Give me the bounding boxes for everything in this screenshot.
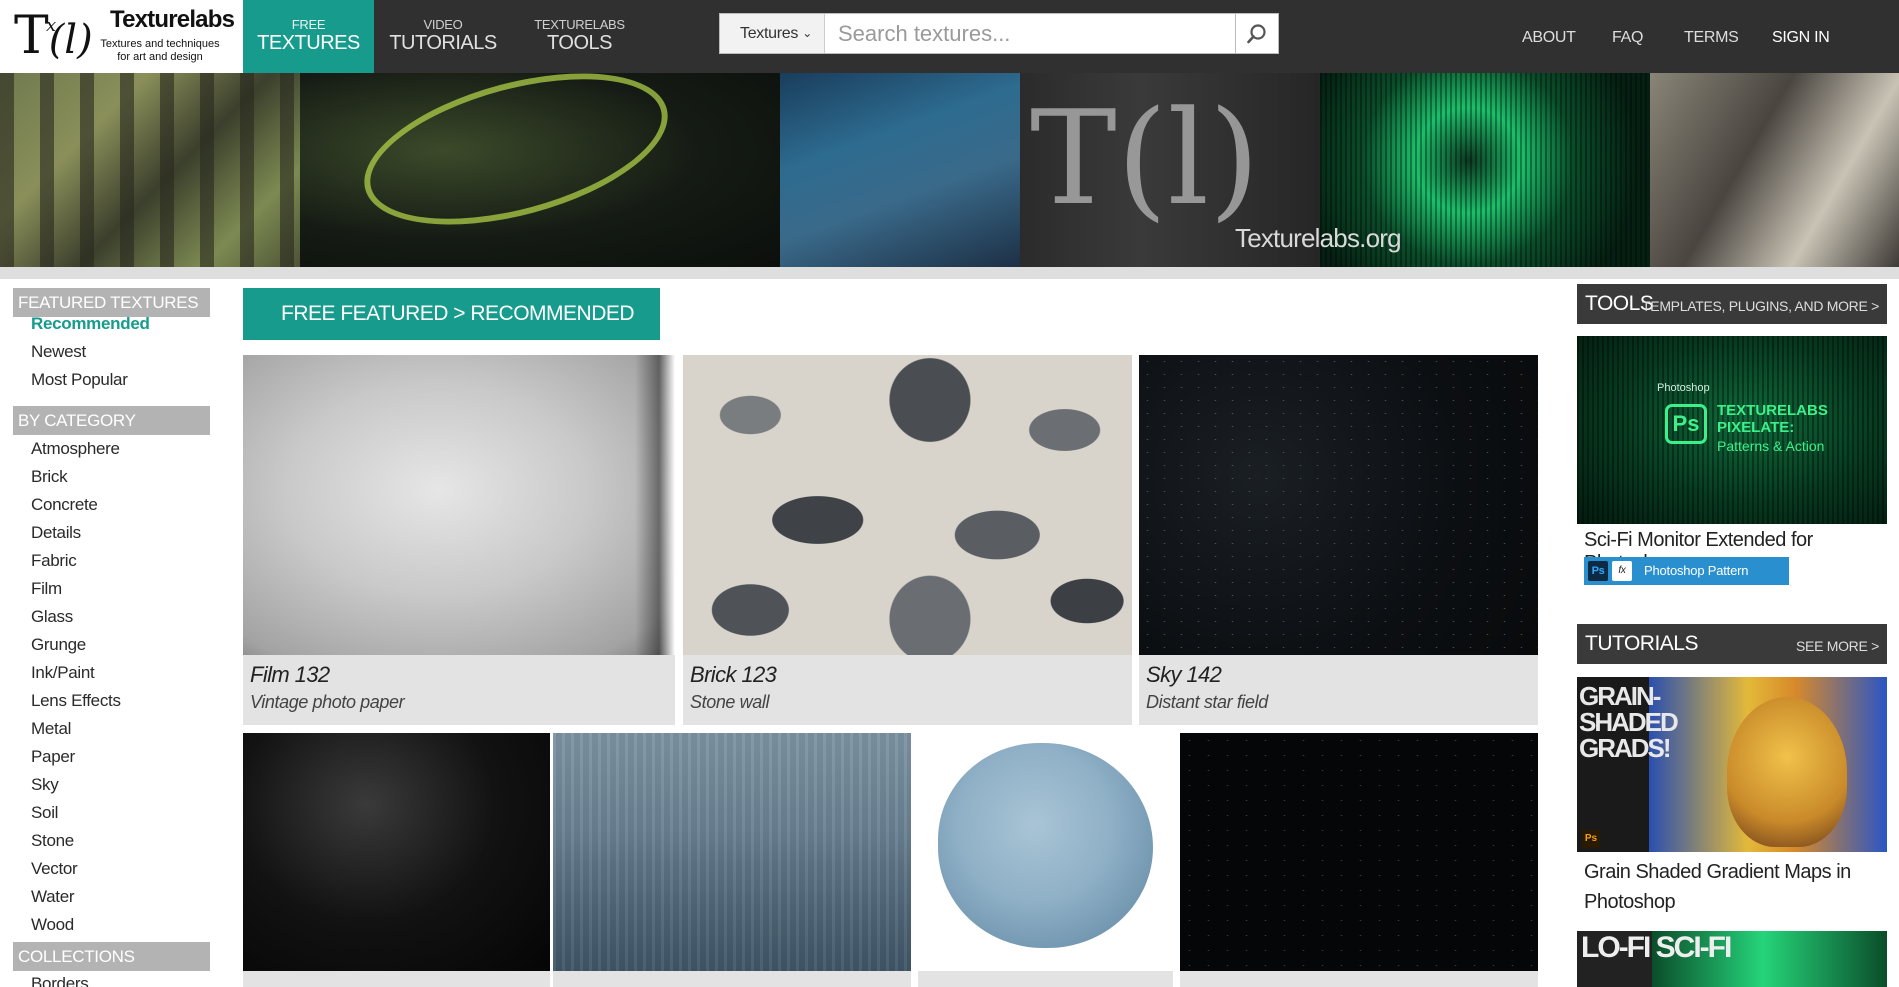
texture-title[interactable]: Sky 142 xyxy=(1146,662,1222,688)
logo-brand-name: Texturelabs xyxy=(110,6,235,33)
nav-free-textures[interactable]: FREE TEXTURES xyxy=(243,0,374,73)
section-head-collections: COLLECTIONS xyxy=(13,942,210,971)
sidebar-item-lens-effects[interactable]: Lens Effects xyxy=(31,691,121,711)
texture-subtitle: Vintage photo paper xyxy=(250,692,405,712)
tutorial-thumbnail-illustration xyxy=(1727,697,1847,847)
promo-subtitle: Patterns & Action xyxy=(1717,438,1825,454)
tutorial-thumbnail-text: GRAIN-SHADED GRADS! xyxy=(1579,681,1679,763)
nav-about[interactable]: ABOUT xyxy=(1522,29,1576,47)
search-input[interactable] xyxy=(826,14,1230,53)
texture-title[interactable]: Film 132 xyxy=(250,662,330,688)
search-button[interactable] xyxy=(1235,14,1278,53)
sidebar-item-newest[interactable]: Newest xyxy=(31,342,86,362)
logo-tagline: Textures and techniques for art and desi… xyxy=(100,38,220,63)
left-sidebar: FEATURED TEXTURES Recommended Newest Mos… xyxy=(0,279,222,987)
texture-card[interactable] xyxy=(553,733,911,987)
banner-collage-tile xyxy=(780,73,1020,267)
banner-watermark: Texturelabs.org xyxy=(1235,223,1402,253)
chevron-down-icon: ⌄ xyxy=(802,26,812,40)
tutorials-see-more-link[interactable]: SEE MORE > xyxy=(1796,638,1879,654)
texture-thumbnail[interactable] xyxy=(1180,733,1538,971)
sidebar-item-stone[interactable]: Stone xyxy=(31,831,74,851)
tutorials-heading: TUTORIALS xyxy=(1585,632,1698,655)
hero-banner: T(l) Texturelabs.org xyxy=(0,73,1899,267)
photoshop-icon: Ps xyxy=(1588,561,1608,581)
sidebar-item-film[interactable]: Film xyxy=(31,579,62,599)
banner-collage-tile xyxy=(0,73,300,267)
nav-sign-in[interactable]: SIGN IN xyxy=(1772,29,1830,47)
divider xyxy=(0,267,1899,279)
sidebar-item-soil[interactable]: Soil xyxy=(31,803,58,823)
search-bar: Textures ⌄ xyxy=(719,13,1279,54)
breadcrumb: FREE FEATURED > RECOMMENDED TEXTURES xyxy=(243,288,660,377)
banner-collage-tile xyxy=(300,73,780,267)
sidebar-item-wood[interactable]: Wood xyxy=(31,915,74,935)
sidebar-item-vector[interactable]: Vector xyxy=(31,859,78,879)
fx-icon: fx xyxy=(1612,561,1632,581)
tutorial-title[interactable]: Grain Shaded Gradient Maps in Photoshop xyxy=(1584,857,1874,917)
sidebar-item-metal[interactable]: Metal xyxy=(31,719,71,739)
sidebar-item-recommended[interactable]: Recommended xyxy=(31,314,150,334)
texture-thumbnail[interactable] xyxy=(553,733,911,971)
sidebar-item-concrete[interactable]: Concrete xyxy=(31,495,98,515)
texture-subtitle: Distant star field xyxy=(1146,692,1268,712)
texture-card-film-132[interactable]: Film 132 Vintage photo paper xyxy=(243,355,675,725)
texture-card[interactable] xyxy=(918,733,1173,987)
tools-section-header: TOOLS TEMPLATES, PLUGINS, AND MORE > xyxy=(1577,284,1887,324)
photoshop-icon: Ps xyxy=(1582,830,1600,848)
texture-subtitle: Stone wall xyxy=(690,692,770,712)
section-head-category: BY CATEGORY xyxy=(13,406,210,435)
texture-card-brick-123[interactable]: Brick 123 Stone wall xyxy=(683,355,1132,725)
sidebar-item-details[interactable]: Details xyxy=(31,523,81,543)
section-head-featured: FEATURED TEXTURES xyxy=(13,288,210,317)
photoshop-icon: Ps xyxy=(1665,404,1707,444)
texture-thumbnail[interactable] xyxy=(918,733,1173,971)
tools-more-link[interactable]: TEMPLATES, PLUGINS, AND MORE > xyxy=(1642,298,1879,314)
texture-title[interactable]: Brick 123 xyxy=(690,662,777,688)
texture-card[interactable] xyxy=(1180,733,1538,987)
sidebar-item-borders[interactable]: Borders xyxy=(31,974,89,987)
tools-promo-image[interactable]: Photoshop Ps TEXTURELABS PIXELATE: Patte… xyxy=(1577,336,1887,524)
banner-logo-mark: T(l) xyxy=(1030,82,1260,234)
texture-thumbnail[interactable] xyxy=(243,733,550,971)
tutorial-thumbnail-text: LO-FI SCI-FI xyxy=(1581,931,1732,964)
texture-card[interactable] xyxy=(243,733,550,987)
tutorial-thumbnail[interactable]: GRAIN-SHADED GRADS! Ps xyxy=(1577,677,1887,852)
site-logo[interactable]: Tx (l) Texturelabs Textures and technique… xyxy=(0,0,243,73)
top-nav-bar: Tx (l) Texturelabs Textures and technique… xyxy=(0,0,1899,73)
banner-collage-tile xyxy=(1650,73,1899,267)
sidebar-item-most-popular[interactable]: Most Popular xyxy=(31,370,128,390)
sidebar-item-grunge[interactable]: Grunge xyxy=(31,635,86,655)
search-icon xyxy=(1247,24,1266,44)
sidebar-item-atmosphere[interactable]: Atmosphere xyxy=(31,439,120,459)
sidebar-item-brick[interactable]: Brick xyxy=(31,467,68,487)
sidebar-item-paper[interactable]: Paper xyxy=(31,747,75,767)
nav-video-tutorials[interactable]: VIDEO TUTORIALS xyxy=(374,0,512,73)
nav-texturelabs-tools[interactable]: TEXTURELABS TOOLS xyxy=(512,0,647,73)
nav-faq[interactable]: FAQ xyxy=(1612,29,1643,47)
promo-tag[interactable]: Ps fx Photoshop Pattern Presets xyxy=(1584,557,1789,606)
texture-card-sky-142[interactable]: Sky 142 Distant star field xyxy=(1139,355,1538,725)
texture-thumbnail[interactable] xyxy=(683,355,1132,655)
search-category-select[interactable]: Textures ⌄ xyxy=(720,14,825,53)
texture-thumbnail[interactable] xyxy=(243,355,675,655)
sidebar-item-water[interactable]: Water xyxy=(31,887,75,907)
sidebar-item-fabric[interactable]: Fabric xyxy=(31,551,77,571)
tutorial-thumbnail[interactable]: LO-FI SCI-FI xyxy=(1577,931,1887,987)
sidebar-item-ink-paint[interactable]: Ink/Paint xyxy=(31,663,95,683)
promo-title: TEXTURELABS PIXELATE: xyxy=(1717,402,1828,436)
tutorials-section-header: TUTORIALS SEE MORE > xyxy=(1577,624,1887,664)
promo-tag-label: Photoshop Pattern Presets xyxy=(1644,563,1749,606)
texture-thumbnail[interactable] xyxy=(1139,355,1538,655)
sidebar-item-glass[interactable]: Glass xyxy=(31,607,73,627)
logo-mark: Tx (l) xyxy=(14,6,93,66)
nav-terms[interactable]: TERMS xyxy=(1684,29,1739,47)
sidebar-item-sky[interactable]: Sky xyxy=(31,775,59,795)
promo-app-label: Photoshop xyxy=(1657,382,1710,394)
